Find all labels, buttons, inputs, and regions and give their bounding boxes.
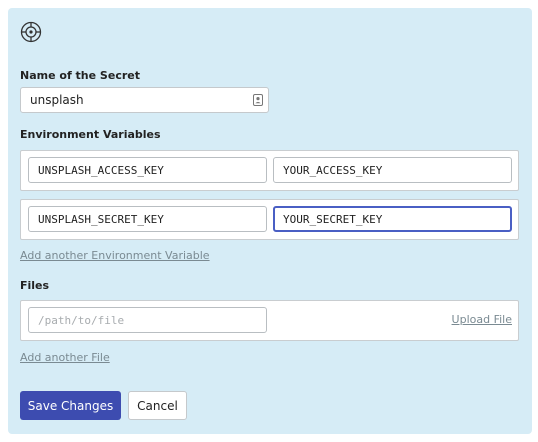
settings-target-icon xyxy=(20,21,42,43)
env-var-value-input[interactable] xyxy=(273,157,512,183)
env-var-row xyxy=(20,199,519,240)
upload-file-link[interactable]: Upload File xyxy=(452,313,512,326)
secret-name-label: Name of the Secret xyxy=(20,69,140,82)
save-changes-button[interactable]: Save Changes xyxy=(20,391,121,420)
env-var-value-input[interactable] xyxy=(273,206,512,232)
env-var-row xyxy=(20,150,519,191)
env-vars-label: Environment Variables xyxy=(20,128,161,141)
contact-card-icon[interactable] xyxy=(252,94,264,106)
env-var-key-input[interactable] xyxy=(28,206,267,232)
file-row: Upload File xyxy=(20,300,519,341)
add-file-link[interactable]: Add another File xyxy=(20,351,110,364)
secret-name-input[interactable] xyxy=(20,87,269,113)
files-label: Files xyxy=(20,279,50,292)
add-env-var-link[interactable]: Add another Environment Variable xyxy=(20,249,210,262)
secret-editor-panel: Name of the Secret Environment Variables… xyxy=(8,8,532,434)
env-var-key-input[interactable] xyxy=(28,157,267,183)
cancel-button[interactable]: Cancel xyxy=(128,391,187,420)
file-path-input[interactable] xyxy=(28,307,267,333)
